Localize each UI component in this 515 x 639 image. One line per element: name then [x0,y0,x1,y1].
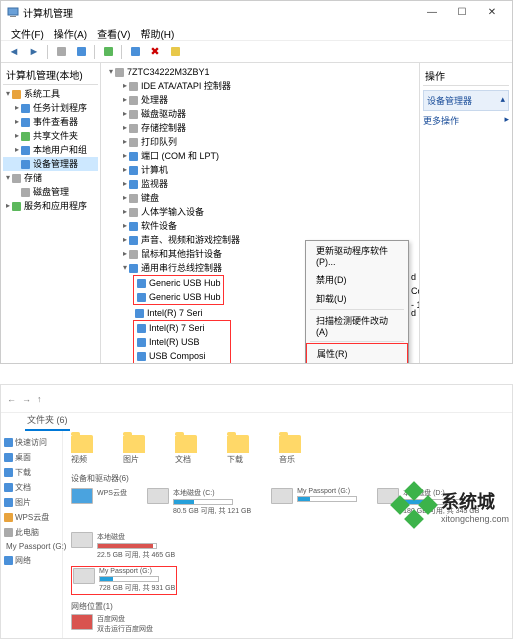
watermark-logo-icon [393,484,437,528]
node-storage[interactable]: ▾存储 [3,171,98,185]
back-button[interactable]: ◄ [5,43,23,61]
menu-view[interactable]: 查看(V) [93,25,134,38]
explorer-back-icon[interactable]: ← [7,394,16,404]
side-desktop[interactable]: 桌面 [3,450,60,465]
ctx-update-driver[interactable]: 更新驱动程序软件(P)... [306,241,408,270]
actions-header: 操作 [423,66,509,86]
explorer-tab-folders[interactable]: 文件夹 (6) [25,413,70,431]
left-tree-pane: 计算机管理(本地) ▾系统工具 ▸任务计划程序 ▸事件查看器 ▸共享文件夹 ▸本… [1,63,101,363]
device-usb-hub-2[interactable]: Generic USB Hub [135,290,222,304]
ctx-properties[interactable]: 属性(R) [306,343,408,363]
device-keyboard[interactable]: ▸键盘 [103,191,417,205]
host-controller-label: d Host Controller - 1E26 [411,270,419,312]
close-button[interactable]: ✕ [478,4,506,20]
actions-more[interactable]: 更多操作 ▸ [423,114,509,127]
up-button[interactable] [52,43,70,61]
drive-c[interactable]: 本地磁盘 (C:)80.5 GB 可用, 共 121 GB [147,488,251,516]
side-wps[interactable]: WPS云盘 [3,510,60,525]
actions-link-devmgr[interactable]: 设备管理器 ▴ [423,90,509,111]
explorer-forward-icon[interactable]: → [22,394,31,404]
tool-button[interactable] [166,43,184,61]
device-cpu[interactable]: ▸处理器 [103,93,417,107]
left-tree-root[interactable]: 计算机管理(本地) [3,65,98,85]
delete-button[interactable]: ✖ [146,43,164,61]
device-computer[interactable]: ▸计算机 [103,163,417,177]
titlebar: 计算机管理 — ☐ ✕ [1,1,512,23]
netloc-header: 网络位置(1) [71,601,504,612]
folder-documents[interactable]: 文档 [175,435,197,465]
window-title: 计算机管理 [23,5,418,20]
side-quick-access[interactable]: 快速访问 [3,435,60,450]
context-menu: 更新驱动程序软件(P)... 禁用(D) 卸载(U) 扫描检测硬件改动(A) 属… [305,240,409,363]
explorer-up-icon[interactable]: ↑ [37,394,42,404]
side-passport[interactable]: My Passport (G:) [3,540,60,553]
device-intel7-b[interactable]: Intel(R) 7 Seri [135,321,229,335]
device-storage-ctl[interactable]: ▸存储控制器 [103,121,417,135]
device-tree-pane: ▾7ZTC34222M3ZBY1 ▸IDE ATA/ATAPI 控制器 ▸处理器… [101,63,419,363]
device-ide[interactable]: ▸IDE ATA/ATAPI 控制器 [103,79,417,93]
explorer-titlebar: ← → ↑ [1,385,512,413]
device-software[interactable]: ▸软件设备 [103,219,417,233]
device-ports[interactable]: ▸端口 (COM 和 LPT) [103,149,417,163]
node-task-scheduler[interactable]: ▸任务计划程序 [3,101,98,115]
node-shared-folders[interactable]: ▸共享文件夹 [3,129,98,143]
app-icon [7,6,19,18]
devices-header: 设备和驱动器(6) [71,473,504,484]
maximize-button[interactable]: ☐ [448,4,476,20]
properties-button[interactable] [72,43,90,61]
computer-management-window: 计算机管理 — ☐ ✕ 文件(F) 操作(A) 查看(V) 帮助(H) ◄ ► … [0,0,513,364]
side-documents[interactable]: 文档 [3,480,60,495]
node-device-manager[interactable]: 设备管理器 [3,157,98,171]
device-intel-usb[interactable]: Intel(R) USB [135,335,229,349]
forward-button[interactable]: ► [25,43,43,61]
device-root[interactable]: ▾7ZTC34222M3ZBY1 [103,65,417,79]
device-hid[interactable]: ▸人体学输入设备 [103,205,417,219]
menu-help[interactable]: 帮助(H) [136,25,178,38]
folder-downloads[interactable]: 下载 [227,435,249,465]
actions-pane: 操作 设备管理器 ▴ 更多操作 ▸ [419,63,512,363]
watermark: 系统城 xitongcheng.com [393,484,509,528]
side-pictures[interactable]: 图片 [3,495,60,510]
help-button[interactable] [126,43,144,61]
toolbar: ◄ ► ✖ [1,41,512,63]
menu-action[interactable]: 操作(A) [50,25,91,38]
ctx-uninstall[interactable]: 卸载(U) [306,289,408,308]
folder-pictures[interactable]: 图片 [123,435,145,465]
menu-file[interactable]: 文件(F) [7,25,48,38]
drive-e[interactable]: 本地磁盘22.5 GB 可用, 共 465 GB [71,532,175,560]
watermark-text-en: xitongcheng.com [441,514,509,524]
drive-passport-1[interactable]: My Passport (G:) [271,488,357,516]
node-event-viewer[interactable]: ▸事件查看器 [3,115,98,129]
drive-wps[interactable]: WPS云盘 [71,488,127,516]
side-network[interactable]: 网络 [3,553,60,568]
node-system-tools[interactable]: ▾系统工具 [3,87,98,101]
menubar: 文件(F) 操作(A) 查看(V) 帮助(H) [1,23,512,41]
device-usb-hub-1[interactable]: Generic USB Hub [135,276,222,290]
drive-passport-highlighted[interactable]: My Passport (G:)728 GB 可用, 共 931 GB [71,566,177,595]
device-monitor[interactable]: ▸监视器 [103,177,417,191]
drive-baidu-netdisk[interactable]: 百度网盘双击运行百度网盘 [71,614,504,634]
folder-music[interactable]: 音乐 [279,435,301,465]
node-disk-mgmt[interactable]: 磁盘管理 [3,185,98,199]
device-disk-drives[interactable]: ▸磁盘驱动器 [103,107,417,121]
watermark-text-cn: 系统城 [441,488,509,514]
folder-videos[interactable]: 视频 [71,435,93,465]
node-local-users[interactable]: ▸本地用户和组 [3,143,98,157]
minimize-button[interactable]: — [418,4,446,20]
side-downloads[interactable]: 下载 [3,465,60,480]
device-print-queue[interactable]: ▸打印队列 [103,135,417,149]
device-usb-composite[interactable]: USB Composi [135,349,229,363]
ctx-scan-hardware[interactable]: 扫描检测硬件改动(A) [306,311,408,340]
node-services-apps[interactable]: ▸服务和应用程序 [3,199,98,213]
ctx-disable[interactable]: 禁用(D) [306,270,408,289]
side-thispc[interactable]: 此电脑 [3,525,60,540]
refresh-button[interactable] [99,43,117,61]
